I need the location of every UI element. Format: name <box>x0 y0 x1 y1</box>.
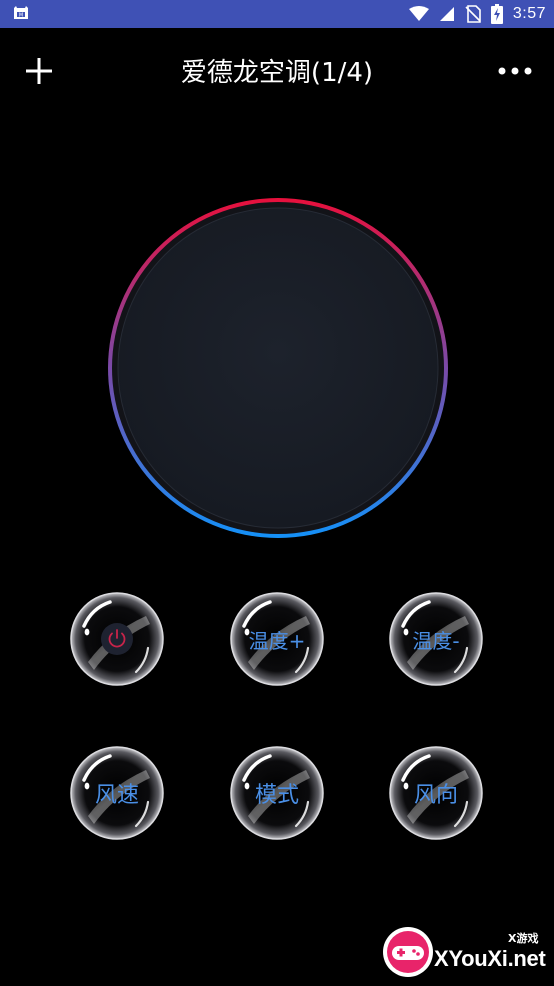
watermark: X游戏 XYouXi.net <box>382 922 550 982</box>
plus-icon <box>26 58 52 84</box>
fan-speed-button[interactable]: 风速 <box>70 746 164 840</box>
gamepad-logo-icon <box>383 927 433 977</box>
fan-speed-label: 风速 <box>94 783 139 808</box>
mode-button[interactable]: 模式 <box>230 746 324 840</box>
temp-up-label: 温度+ <box>248 628 306 653</box>
more-options-button[interactable] <box>494 50 536 92</box>
temp-up-button[interactable]: 温度+ <box>230 592 324 686</box>
dial-face <box>118 208 438 528</box>
status-bar: M 3:57 <box>0 0 554 28</box>
battery-charging-icon <box>490 4 503 24</box>
wifi-icon <box>408 6 429 21</box>
signal-icon <box>439 7 454 21</box>
mode-label: 模式 <box>254 783 299 808</box>
add-button[interactable] <box>18 50 60 92</box>
fan-direction-button[interactable]: 风向 <box>389 746 483 840</box>
page-title: 爱德龙空调(1/4) <box>180 58 374 88</box>
temp-down-label: 温度- <box>412 628 460 653</box>
android-notification-icon: M <box>14 6 28 19</box>
temperature-dial <box>108 198 448 538</box>
fan-direction-label: 风向 <box>413 783 458 808</box>
status-time: 3:57 <box>512 5 546 22</box>
watermark-main-text: XYouXi.net <box>434 946 546 971</box>
status-icons: 3:57 <box>408 0 546 28</box>
no-sim-icon <box>465 5 481 23</box>
power-button[interactable] <box>70 592 164 686</box>
watermark-small-text: X游戏 <box>508 932 539 945</box>
toolbar: 爱德龙空调(1/4) <box>0 28 554 116</box>
power-icon <box>101 623 133 655</box>
more-horizontal-icon <box>498 67 532 75</box>
svg-text:M: M <box>19 13 23 19</box>
temp-down-button[interactable]: 温度- <box>389 592 483 686</box>
